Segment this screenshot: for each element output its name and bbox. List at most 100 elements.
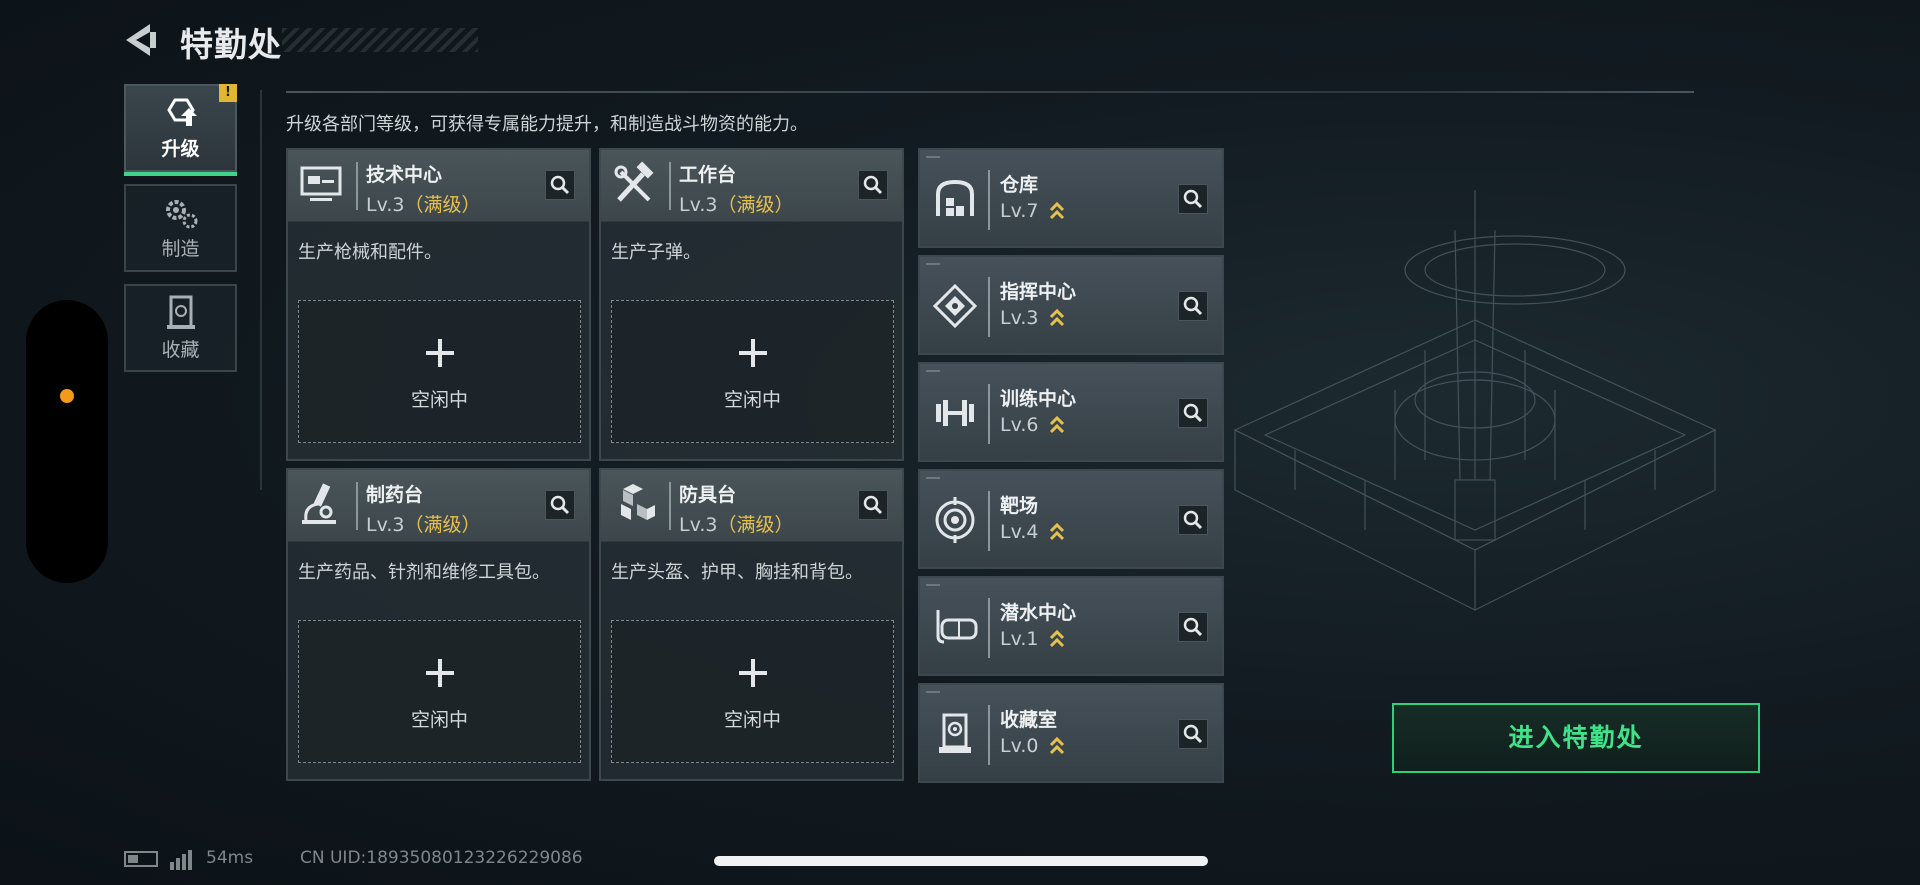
production-slot[interactable]: 空闲中 xyxy=(298,300,581,443)
floating-side-panel[interactable] xyxy=(26,300,108,583)
player-uid: CN UID:18935080123226229086 xyxy=(300,848,583,868)
slot-status: 空闲中 xyxy=(410,389,468,411)
divider-line xyxy=(988,277,990,337)
station-description: 生产药品、针剂和维修工具包。 xyxy=(298,562,550,583)
collection-room-icon xyxy=(939,713,971,753)
department-name: 靶场 xyxy=(1000,495,1039,517)
menu-item-label: 制造 xyxy=(161,237,200,260)
home-indicator[interactable] xyxy=(714,856,1208,866)
command-chip-icon xyxy=(932,283,978,329)
inspect-button[interactable] xyxy=(1178,291,1208,321)
divider-line xyxy=(356,482,358,530)
upgrade-chevrons-icon xyxy=(1049,201,1065,220)
department-name: 潜水中心 xyxy=(1000,602,1077,624)
slot-status: 空闲中 xyxy=(723,709,781,731)
upgrade-chevrons-icon xyxy=(1049,629,1065,648)
plus-icon xyxy=(738,339,767,367)
search-icon xyxy=(1183,617,1203,637)
production-slot[interactable]: 空闲中 xyxy=(298,620,581,763)
station-card-armor-bench[interactable]: 防具台 Lv.3（满级） 生产头盔、护甲、胸挂和背包。 空闲中 xyxy=(599,468,904,781)
inspect-button[interactable] xyxy=(858,490,888,520)
back-arrow-icon[interactable] xyxy=(120,18,164,62)
divider-line xyxy=(988,705,990,765)
divider-line xyxy=(260,90,262,490)
department-card-command-center[interactable]: 指挥中心 Lv.3 xyxy=(918,255,1224,355)
warehouse-icon xyxy=(936,179,974,216)
menu-item-craft[interactable]: 制造 xyxy=(124,184,237,272)
monitor-icon xyxy=(300,166,342,201)
inspect-button[interactable] xyxy=(545,170,575,200)
search-icon xyxy=(1183,189,1203,209)
building-wireframe-illustration xyxy=(1233,190,1717,611)
department-card-shooting-range[interactable]: 靶场 Lv.4 xyxy=(918,469,1224,569)
inspect-button[interactable] xyxy=(1178,612,1208,642)
inspect-button[interactable] xyxy=(1178,184,1208,214)
inspect-button[interactable] xyxy=(1178,719,1208,749)
battery-icon xyxy=(124,851,158,867)
corner-decoration xyxy=(926,691,940,693)
department-card-collection-room[interactable]: 收藏室 Lv.0 xyxy=(918,683,1224,783)
station-description: 生产枪械和配件。 xyxy=(298,242,442,263)
station-name: 防具台 xyxy=(679,484,737,506)
ping-readout: 54ms xyxy=(206,848,254,868)
collection-icon xyxy=(166,295,195,329)
production-slot[interactable]: 空闲中 xyxy=(611,620,894,763)
menu-item-collection[interactable]: 收藏 xyxy=(124,284,237,372)
upgrade-chevrons-icon xyxy=(1049,736,1065,755)
page-description: 升级各部门等级，可获得专属能力提升，和制造战斗物资的能力。 xyxy=(286,114,808,135)
station-name: 制药台 xyxy=(366,484,424,506)
divider-line xyxy=(669,162,671,210)
department-name: 仓库 xyxy=(1000,174,1039,196)
corner-decoration xyxy=(926,370,940,372)
station-name: 工作台 xyxy=(679,164,737,186)
divider-line xyxy=(988,491,990,551)
production-slot[interactable]: 空闲中 xyxy=(611,300,894,443)
page-title: 特勤处 xyxy=(180,25,282,64)
upgrade-chevrons-icon xyxy=(1049,415,1065,434)
plus-icon xyxy=(425,339,454,367)
department-card-training-center[interactable]: 训练中心 Lv.6 xyxy=(918,362,1224,462)
inspect-button[interactable] xyxy=(545,490,575,520)
search-icon xyxy=(1183,296,1203,316)
station-card-pharmacy[interactable]: 制药台 Lv.3（满级） 生产药品、针剂和维修工具包。 空闲中 xyxy=(286,468,591,781)
station-level: Lv.3（满级） xyxy=(679,194,794,216)
department-level: Lv.1 xyxy=(1000,628,1039,650)
station-level: Lv.3（满级） xyxy=(679,514,794,536)
department-card-warehouse[interactable]: 仓库 Lv.7 xyxy=(918,148,1224,248)
plus-icon xyxy=(425,659,454,687)
tools-icon xyxy=(614,161,654,202)
department-level: Lv.3 xyxy=(1000,307,1039,329)
corner-decoration xyxy=(926,263,940,265)
divider-line xyxy=(356,162,358,210)
divider-line xyxy=(988,384,990,444)
inspect-button[interactable] xyxy=(858,170,888,200)
dumbbell-icon xyxy=(936,400,974,426)
station-card-workbench[interactable]: 工作台 Lv.3（满级） 生产子弹。 空闲中 xyxy=(599,148,904,461)
divider-line xyxy=(286,91,1694,93)
corner-decoration xyxy=(926,156,940,158)
station-level: Lv.3（满级） xyxy=(366,194,481,216)
search-icon xyxy=(863,495,883,515)
divider-line xyxy=(988,598,990,658)
menu-item-upgrade[interactable]: ! 升级 xyxy=(124,84,237,176)
station-description: 生产子弹。 xyxy=(611,242,701,263)
station-card-tech-center[interactable]: 技术中心 Lv.3（满级） 生产枪械和配件。 空闲中 xyxy=(286,148,591,461)
enter-special-ops-button[interactable]: 进入特勤处 xyxy=(1392,703,1760,773)
department-name: 指挥中心 xyxy=(1000,281,1077,303)
department-card-diving-center[interactable]: 潜水中心 Lv.1 xyxy=(918,576,1224,676)
department-name: 训练中心 xyxy=(1000,388,1077,410)
title-decoration xyxy=(282,28,478,52)
search-icon xyxy=(550,495,570,515)
inspect-button[interactable] xyxy=(1178,505,1208,535)
station-level: Lv.3（满级） xyxy=(366,514,481,536)
search-icon xyxy=(550,175,570,195)
search-icon xyxy=(1183,510,1203,530)
search-icon xyxy=(1183,403,1203,423)
inspect-button[interactable] xyxy=(1178,398,1208,428)
slot-status: 空闲中 xyxy=(410,709,468,731)
station-description: 生产头盔、护甲、胸挂和背包。 xyxy=(611,562,863,583)
department-level: Lv.6 xyxy=(1000,414,1039,436)
plus-icon xyxy=(738,659,767,687)
menu-item-label: 升级 xyxy=(161,137,200,160)
divider-line xyxy=(669,482,671,530)
